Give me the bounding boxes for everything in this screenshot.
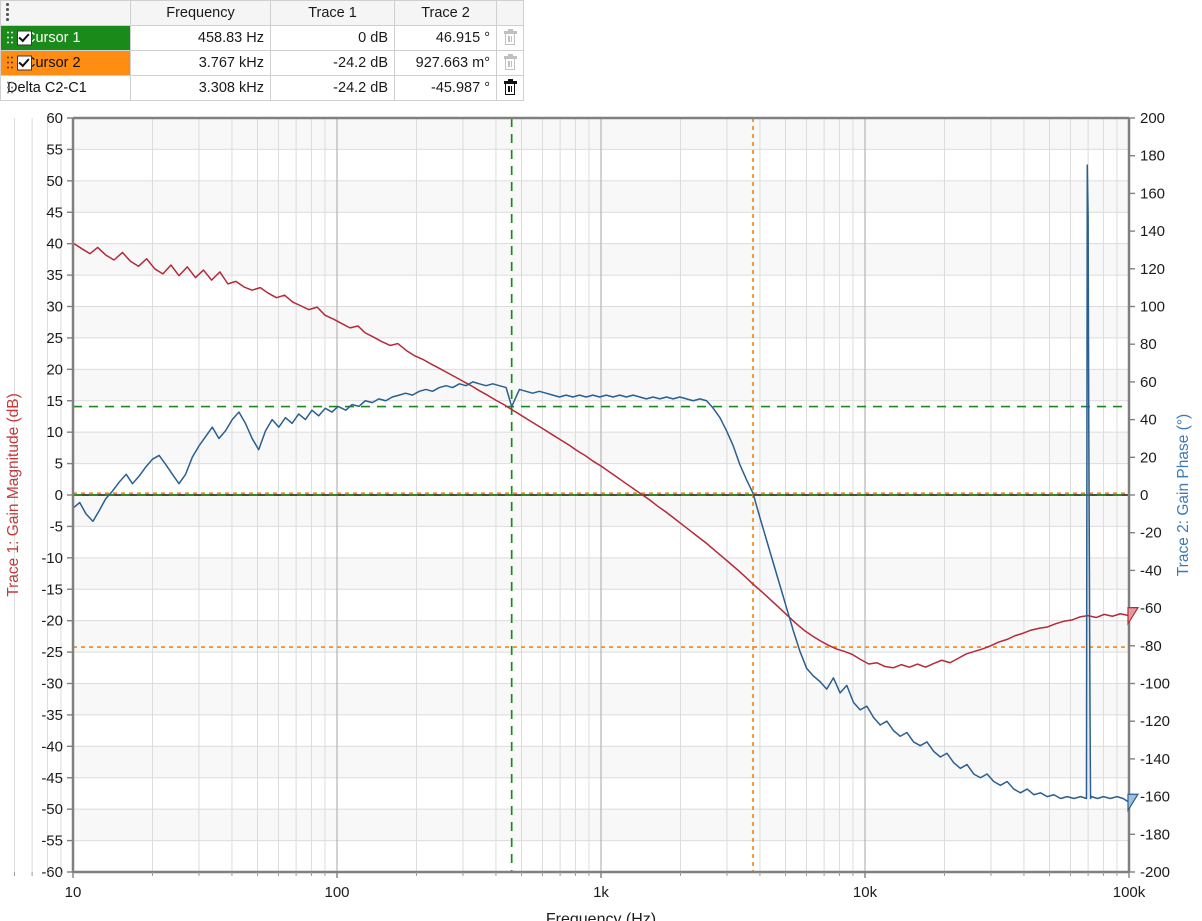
left-axis-tick-label: -40 [41, 738, 63, 755]
column-header-frequency-label: Frequency [166, 5, 235, 21]
cursor2-label: Cursor 2 [25, 55, 81, 71]
left-axis-tick-label: 25 [46, 330, 63, 347]
left-axis-tick-label: 30 [46, 299, 63, 316]
cursor2-visibility-checkbox[interactable] [17, 55, 32, 71]
bode-plot-svg[interactable]: 605550454035302520151050-5-10-15-20-25-3… [0, 95, 1202, 921]
cursor1-trace1-value: 0 dB [270, 25, 395, 51]
right-axis-tick-label: 180 [1140, 148, 1165, 165]
table-row[interactable]: Cursor 2 3.767 kHz -24.2 dB 927.663 m° [0, 50, 524, 76]
right-axis-tick-label: 20 [1140, 449, 1157, 466]
cursor2-delete-cell[interactable] [496, 50, 524, 76]
right-axis-tick-label: -140 [1140, 751, 1170, 768]
right-axis-tick-label: 200 [1140, 110, 1165, 127]
column-header-trace1-label: Trace 1 [308, 5, 357, 21]
cursor-table-header-row: Frequency Trace 1 Trace 2 [0, 0, 524, 26]
cursor1-label: Cursor 1 [25, 30, 81, 46]
cursor2-trace1-value: -24.2 dB [270, 50, 395, 76]
right-axis-tick-label: 140 [1140, 223, 1165, 240]
left-axis-tick-label: 60 [46, 110, 63, 127]
panel-grip-icon[interactable] [6, 3, 10, 21]
trash-icon[interactable] [503, 29, 517, 45]
left-axis-tick-label: 45 [46, 204, 63, 221]
left-axis-tick-label: -5 [50, 518, 63, 535]
right-axis-tick-label: -60 [1140, 600, 1162, 617]
trash-icon[interactable] [503, 79, 517, 95]
x-axis-tick-label: 100k [1113, 884, 1146, 901]
drag-handle-icon[interactable] [7, 56, 14, 70]
left-axis-tick-label: 55 [46, 141, 63, 158]
trace-2-end-marker [1127, 793, 1140, 813]
right-axis-tick-label: 0 [1140, 487, 1148, 504]
left-axis-tick-label: 40 [46, 236, 63, 253]
right-axis-tick-label: 40 [1140, 412, 1157, 429]
right-axis-tick-label: -160 [1140, 789, 1170, 806]
cursor1-frequency-value: 458.83 Hz [130, 25, 271, 51]
right-axis-tick-label: -200 [1140, 864, 1170, 881]
x-axis-tick-label: 100 [324, 884, 349, 901]
cursor-table-panel: Frequency Trace 1 Trace 2 Cursor 1 458.8… [0, 0, 524, 101]
cursor1-delete-cell[interactable] [496, 25, 524, 51]
column-header-trace2[interactable]: Trace 2 [394, 0, 497, 26]
left-axis-tick-label: 35 [46, 267, 63, 284]
x-axis-tick-label: 10 [65, 884, 82, 901]
left-axis-tick-label: -15 [41, 581, 63, 598]
right-axis-tick-label: -40 [1140, 562, 1162, 579]
right-axis-tick-label: -80 [1140, 638, 1162, 655]
x-axis-tick-label: 1k [593, 884, 609, 901]
right-axis-title: Trace 2: Gain Phase (°) [1175, 414, 1192, 576]
column-header-name [0, 0, 131, 26]
drag-handle-icon[interactable] [7, 31, 14, 45]
right-axis-tick-label: 100 [1140, 299, 1165, 316]
trash-icon[interactable] [503, 54, 517, 70]
left-axis-tick-label: -55 [41, 833, 63, 850]
left-axis-tick-label: 10 [46, 424, 63, 441]
column-header-trace2-label: Trace 2 [421, 5, 470, 21]
left-axis-tick-label: -10 [41, 550, 63, 567]
left-axis-tick-label: -60 [41, 864, 63, 881]
left-axis-title: Trace 1: Gain Magnitude (dB) [5, 393, 22, 597]
right-axis-tick-label: -120 [1140, 713, 1170, 730]
cursor1-name-cell[interactable]: Cursor 1 [0, 25, 131, 51]
left-axis-tick-label: 0 [55, 487, 63, 504]
left-axis-tick-label: -35 [41, 707, 63, 724]
cursor2-name-cell[interactable]: Cursor 2 [0, 50, 131, 76]
cursor1-visibility-checkbox[interactable] [17, 30, 32, 46]
left-axis-tick-label: -50 [41, 801, 63, 818]
left-axis-tick-label: -30 [41, 676, 63, 693]
left-axis-tick-label: -25 [41, 644, 63, 661]
cursor-table: Frequency Trace 1 Trace 2 Cursor 1 458.8… [0, 0, 524, 101]
left-axis-tick-label: -20 [41, 613, 63, 630]
right-axis-tick-label: -100 [1140, 676, 1170, 693]
cursor1-trace2-value: 46.915 ° [394, 25, 497, 51]
left-axis-tick-label: 20 [46, 361, 63, 378]
column-header-frequency[interactable]: Frequency [130, 0, 271, 26]
cursor2-trace2-value: 927.663 m° [394, 50, 497, 76]
left-axis-tick-label: 15 [46, 393, 63, 410]
trace-1-end-marker [1127, 607, 1140, 626]
right-axis-tick-label: -180 [1140, 826, 1170, 843]
right-axis-tick-label: 160 [1140, 185, 1165, 202]
axis-titles: Trace 1: Gain Magnitude (dB) Trace 2: Gai… [5, 393, 1192, 921]
drag-handle-icon[interactable] [7, 81, 14, 95]
x-axis-tick-label: 10k [853, 884, 878, 901]
left-axis-tick-label: 50 [46, 173, 63, 190]
delta-label: Delta C2-C1 [7, 80, 87, 96]
left-axis-tick-label: 5 [55, 456, 63, 473]
right-axis-tick-label: 80 [1140, 336, 1157, 353]
right-axis-tick-label: -20 [1140, 525, 1162, 542]
column-header-trace1[interactable]: Trace 1 [270, 0, 395, 26]
left-axis-tick-label: -45 [41, 770, 63, 787]
cursor2-frequency-value: 3.767 kHz [130, 50, 271, 76]
x-axis-title: Frequency (Hz) [546, 911, 656, 921]
column-header-delete [496, 0, 524, 26]
bode-plot-container[interactable]: 60 55 50 45 40 35 30 25 20 15 10 5 0 -5 -10 -15 -20 -25 -3… [0, 95, 1202, 921]
right-axis-tick-label: 60 [1140, 374, 1157, 391]
table-row[interactable]: Cursor 1 458.83 Hz 0 dB 46.915 ° [0, 25, 524, 51]
right-axis-tick-label: 120 [1140, 261, 1165, 278]
